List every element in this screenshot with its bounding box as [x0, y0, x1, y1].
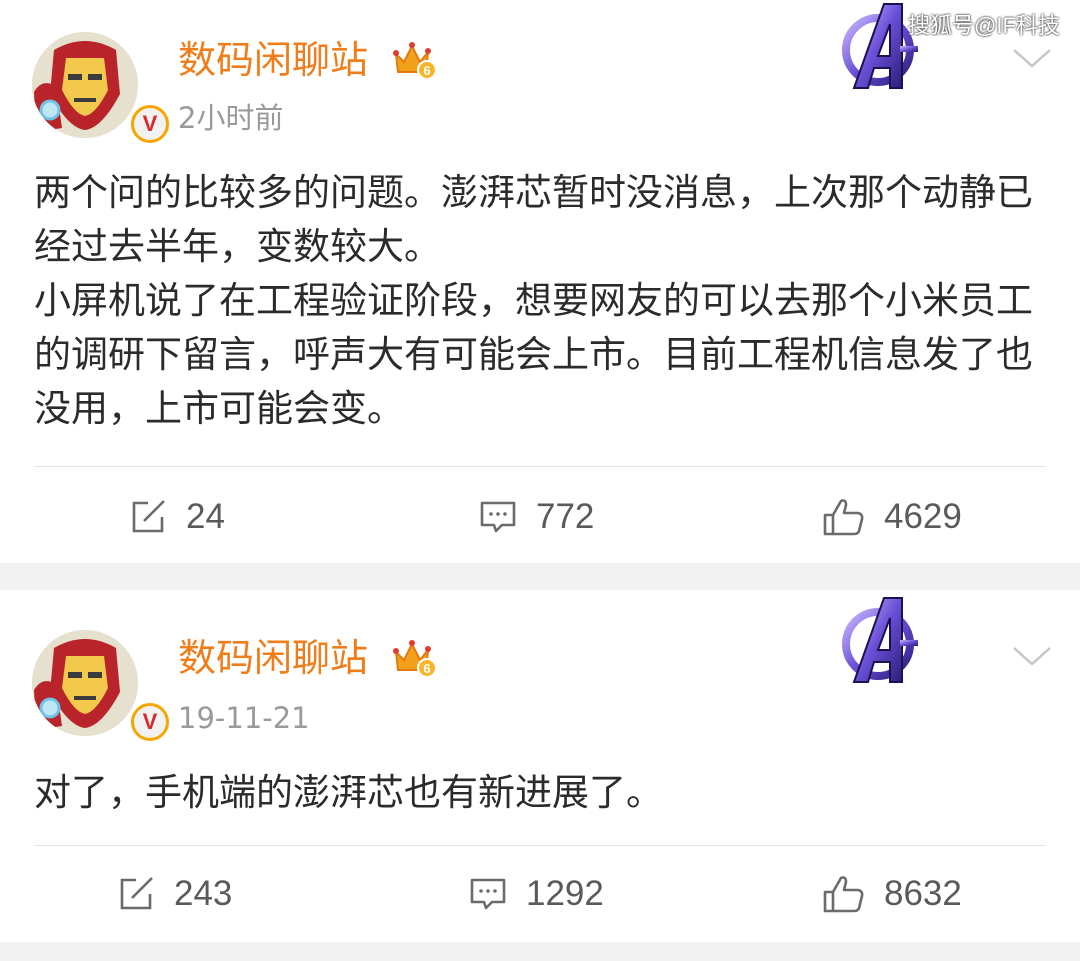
comment-button[interactable]: 1292	[468, 869, 604, 919]
post-paragraph: 两个问的比较多的问题。澎湃芯暂时没消息，上次那个动静已经过去半年，变数较大。	[34, 171, 1033, 268]
comment-icon	[480, 501, 516, 533]
post-content: 两个问的比较多的问题。澎湃芯暂时没消息，上次那个动静已经过去半年，变数较大。 小…	[34, 166, 1044, 436]
like-count: 8632	[884, 874, 962, 913]
repost-button[interactable]: 24	[128, 492, 225, 542]
vip-level-text: 6	[423, 63, 430, 78]
comment-count: 772	[536, 497, 595, 536]
post-time: 19-11-21	[178, 701, 310, 735]
avatar[interactable]: V	[32, 630, 172, 744]
weibo-post-card: V 数码闲聊站 6 2小时前 两个问的比较多的问题。澎湃芯暂时没消息，上次那个动…	[0, 0, 1080, 563]
vip-crown-icon[interactable]: 6	[392, 40, 437, 80]
post-paragraph: 对了，手机端的澎湃芯也有新进展了。	[34, 771, 663, 814]
repost-count: 243	[174, 874, 233, 913]
post-time: 2小时前	[178, 101, 284, 135]
thumbs-up-icon	[823, 876, 864, 913]
vip-crown-icon[interactable]: 6	[392, 638, 437, 678]
post-content: 对了，手机端的澎湃芯也有新进展了。	[34, 766, 1044, 820]
iron-man-avatar-image	[32, 630, 138, 736]
weibo-post-card: V 数码闲聊站 6 19-11-21 对了，手机端的澎湃芯也有新进展了。 243…	[0, 590, 1080, 942]
vip-level-text: 6	[423, 661, 430, 676]
repost-button[interactable]: 243	[116, 869, 232, 919]
avatar[interactable]: V	[32, 32, 172, 146]
avengers-logo-icon	[840, 596, 920, 686]
repost-icon	[120, 877, 153, 910]
thumbs-up-icon	[823, 499, 864, 536]
post-paragraph: 小屏机说了在工程验证阶段，想要网友的可以去那个小米员工的调研下留言，呼声大有可能…	[34, 279, 1033, 430]
divider	[34, 466, 1046, 467]
chevron-down-icon[interactable]	[1012, 48, 1052, 70]
comment-count: 1292	[526, 874, 604, 913]
chevron-down-icon[interactable]	[1012, 646, 1052, 668]
divider	[34, 845, 1046, 846]
like-button[interactable]: 8632	[822, 869, 962, 919]
iron-man-avatar-image	[32, 32, 138, 138]
watermark: 搜狐号@IF科技	[908, 13, 1060, 38]
username[interactable]: 数码闲聊站	[178, 634, 368, 682]
like-count: 4629	[884, 497, 962, 536]
username[interactable]: 数码闲聊站	[178, 36, 368, 84]
comment-button[interactable]: 772	[478, 492, 594, 542]
comment-icon	[470, 878, 506, 910]
repost-count: 24	[186, 497, 225, 536]
verified-badge-icon: V	[128, 102, 172, 146]
like-button[interactable]: 4629	[822, 492, 962, 542]
repost-icon	[132, 500, 165, 533]
verified-badge-icon: V	[128, 700, 172, 744]
